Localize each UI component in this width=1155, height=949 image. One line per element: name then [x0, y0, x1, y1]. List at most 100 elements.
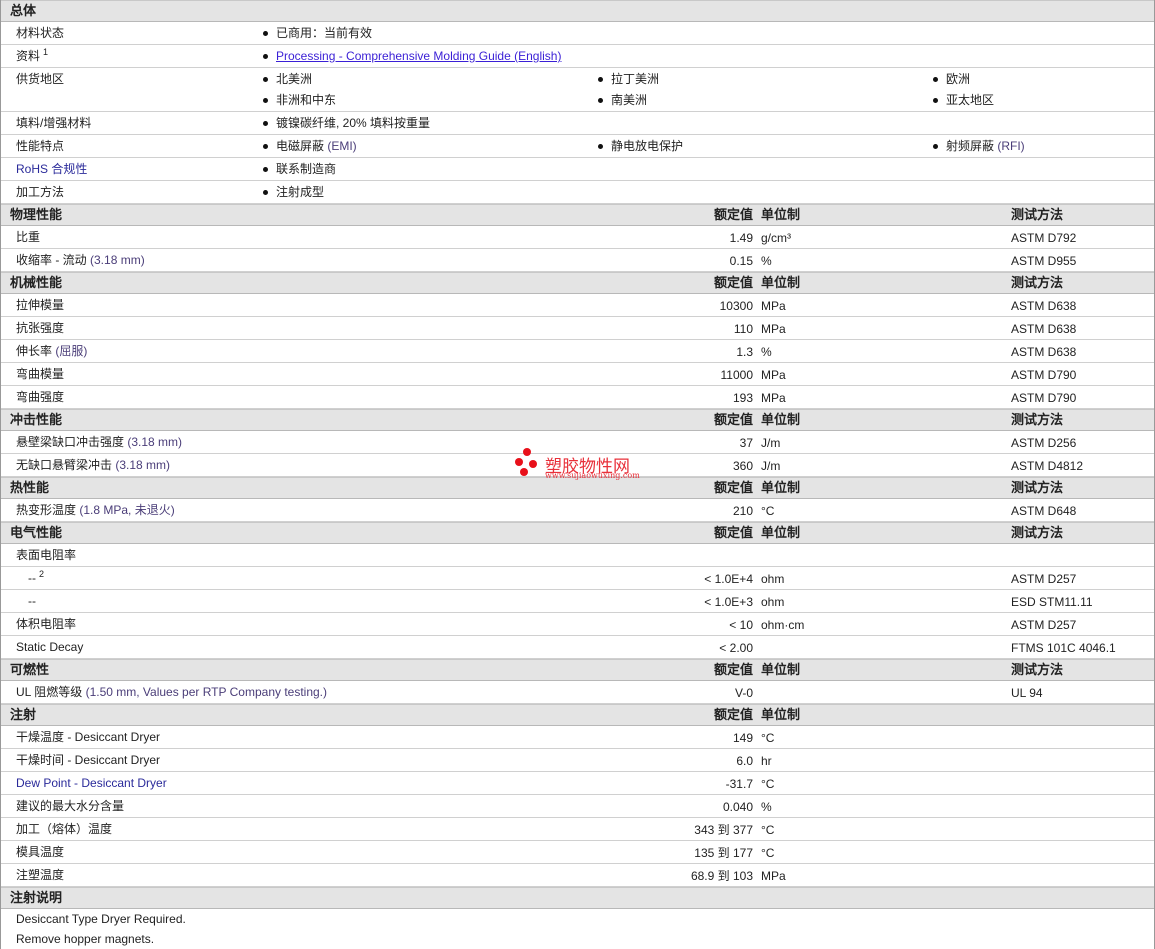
- property-row: 弯曲模量 11000 MPa ASTM D790: [1, 363, 1154, 386]
- property-label: 材料状态: [16, 26, 65, 40]
- bullet-icon: [263, 98, 268, 104]
- value-text: 镀镍碳纤维, 20% 填料按重量: [276, 116, 431, 130]
- value-item: 静电放电保护: [598, 135, 683, 157]
- property-value: 360: [732, 459, 753, 473]
- column-header-method: 测试方法: [1011, 412, 1064, 427]
- property-row: 干燥时间 - Desiccant Dryer 6.0 hr: [1, 749, 1154, 772]
- property-condition: (1.50 mm, Values per RTP Company testing…: [85, 685, 328, 699]
- property-label: Dew Point - Desiccant Dryer: [16, 776, 167, 790]
- value-text: 射频屏蔽: [946, 139, 998, 153]
- value-text: 亚太地区: [946, 93, 995, 107]
- column-header-unit: 单位制: [761, 480, 801, 495]
- note-line: Remove hopper magnets.: [16, 932, 155, 946]
- datasheet-table: 总体 材料状态 已商用：当前有效 资料 1 Processing - Comprehens…: [0, 0, 1155, 949]
- property-row: 性能特点 电磁屏蔽 (EMI) 静电放电保护 射频屏蔽 (RFI): [1, 135, 1154, 158]
- property-condition: (3.18 mm): [127, 435, 183, 449]
- column-header-unit: 单位制: [761, 525, 801, 540]
- property-row: 体积电阻率 < 10 ohm·cm ASTM D257: [1, 613, 1154, 636]
- value-text: 北美洲: [276, 72, 313, 86]
- value-item: 南美洲: [598, 89, 647, 111]
- property-row: 表面电阻率: [1, 544, 1154, 567]
- property-row: 供货地区 北美洲 拉丁美洲 欧洲 非洲和中东 南美洲 亚太地区: [1, 68, 1154, 112]
- property-label: UL 阻燃等级 (1.50 mm, Values per RTP Company…: [16, 685, 328, 699]
- property-label: 体积电阻率: [16, 617, 77, 631]
- value-item: 联系制造商: [263, 158, 336, 180]
- value-item: 电磁屏蔽 (EMI): [263, 135, 357, 157]
- bullet-icon: [598, 144, 603, 150]
- bullet-icon: [933, 144, 938, 150]
- property-label: 伸长率 (屈服): [16, 344, 88, 358]
- value-line: 镀镍碳纤维, 20% 填料按重量: [263, 112, 1154, 133]
- property-label: 加工方法: [16, 185, 65, 199]
- property-values: 已商用：当前有效: [263, 22, 1154, 43]
- property-value: < 1.0E+3: [704, 595, 753, 609]
- section-header: 机械性能 额定值 单位制 测试方法: [1, 272, 1154, 294]
- property-value: 1.49: [729, 231, 753, 245]
- property-condition: (3.18 mm): [115, 458, 171, 472]
- property-value: 11000: [720, 368, 753, 382]
- property-unit: %: [761, 800, 772, 814]
- property-row: 收缩率 - 流动 (3.18 mm) 0.15% ASTM D955: [1, 249, 1154, 272]
- bullet-icon: [263, 167, 268, 173]
- property-row: -- < 1.0E+3 ohm ESD STM11.11: [1, 590, 1154, 613]
- property-label: 干燥时间 - Desiccant Dryer: [16, 753, 161, 767]
- section-title: 物理性能: [10, 207, 63, 222]
- column-header-method: 测试方法: [1011, 525, 1064, 540]
- property-row: Dew Point - Desiccant Dryer -31.7 °C: [1, 772, 1154, 795]
- property-label: 加工（熔体）温度: [16, 822, 113, 836]
- value-item[interactable]: Processing - Comprehensive Molding Guide…: [263, 45, 561, 67]
- property-unit: °C: [761, 777, 775, 791]
- property-value: < 10: [729, 618, 753, 632]
- document-link[interactable]: Processing - Comprehensive Molding Guide…: [276, 49, 561, 63]
- section-header: 注射 额定值 单位制: [1, 704, 1154, 726]
- property-value: 110: [733, 322, 753, 336]
- test-method: ASTM D638: [1011, 345, 1077, 359]
- property-condition: (屈服): [55, 344, 88, 358]
- property-unit: °C: [761, 846, 775, 860]
- bullet-icon: [598, 98, 603, 104]
- column-header-unit: 单位制: [761, 275, 801, 290]
- property-row: 材料状态 已商用：当前有效: [1, 22, 1154, 45]
- value-item: 北美洲: [263, 68, 312, 90]
- property-unit: MPa: [761, 322, 786, 336]
- property-label: 建议的最大水分含量: [16, 799, 125, 813]
- bullet-icon: [263, 144, 268, 150]
- property-value: 210: [732, 504, 753, 518]
- property-label: 热变形温度 (1.8 MPa, 未退火): [16, 503, 175, 517]
- property-value: -31.7: [725, 777, 753, 791]
- bullet-icon: [263, 77, 268, 83]
- bullet-icon: [263, 190, 268, 196]
- footnote-marker: 2: [39, 569, 45, 579]
- property-label: 填料/增强材料: [16, 116, 92, 130]
- property-row: 弯曲强度 193 MPa ASTM D790: [1, 386, 1154, 409]
- property-label: 干燥温度 - Desiccant Dryer: [16, 730, 161, 744]
- property-label: 表面电阻率: [16, 548, 77, 562]
- property-unit: ohm·cm: [761, 618, 805, 632]
- property-unit: ohm: [761, 595, 785, 609]
- property-value: 10300: [719, 299, 753, 313]
- column-header-unit: 单位制: [761, 412, 801, 427]
- value-item: 已商用：当前有效: [263, 22, 372, 44]
- property-row: 资料 1 Processing - Comprehensive Molding Gu…: [1, 45, 1154, 68]
- section-header-notes: 注射说明: [1, 887, 1154, 909]
- property-row: 加工（熔体）温度 343 到 377 °C: [1, 818, 1154, 841]
- property-values: 北美洲 拉丁美洲 欧洲 非洲和中东 南美洲 亚太地区: [263, 68, 1154, 110]
- section-header: 物理性能 额定值 单位制 测试方法: [1, 204, 1154, 226]
- property-label: Static Decay: [16, 640, 84, 654]
- value-note: (EMI): [327, 139, 357, 153]
- test-method: ESD STM11.11: [1011, 595, 1093, 609]
- value-note: (RFI): [997, 139, 1025, 153]
- property-label: 悬壁梁缺口冲击强度 (3.18 mm): [16, 435, 183, 449]
- property-label: 收缩率 - 流动 (3.18 mm): [16, 253, 145, 267]
- column-header-value: 额定值: [713, 707, 753, 722]
- value-text: 电磁屏蔽: [276, 139, 328, 153]
- property-values: 镀镍碳纤维, 20% 填料按重量: [263, 112, 1154, 133]
- property-row: Static Decay < 2.00 FTMS 101C 4046.1: [1, 636, 1154, 659]
- property-unit: °C: [761, 504, 775, 518]
- property-values: 电磁屏蔽 (EMI) 静电放电保护 射频屏蔽 (RFI): [263, 135, 1154, 156]
- bullet-icon: [598, 77, 603, 83]
- property-unit: MPa: [761, 391, 786, 405]
- property-unit: g/cm³: [761, 231, 791, 245]
- property-unit: hr: [761, 754, 772, 768]
- property-row: 抗张强度 110 MPa ASTM D638: [1, 317, 1154, 340]
